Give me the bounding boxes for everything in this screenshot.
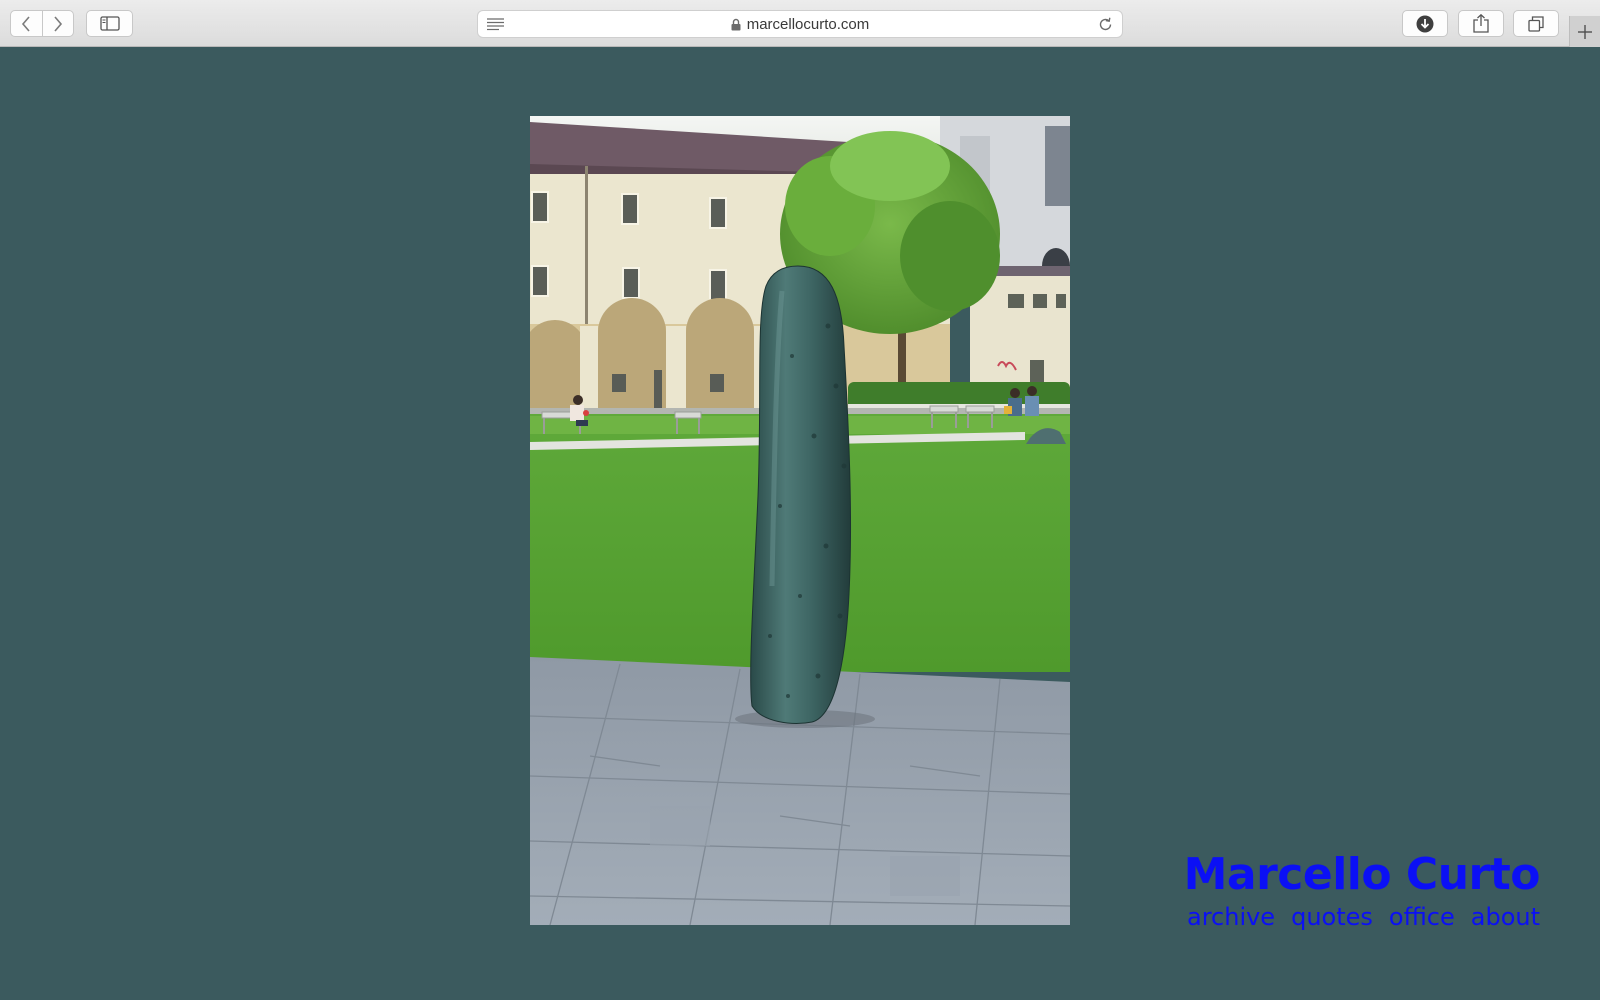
nav-link-archive[interactable]: archive [1187, 905, 1275, 929]
address-bar[interactable]: marcellocurto.com [477, 10, 1123, 38]
chevron-left-icon [22, 15, 30, 32]
share-button[interactable] [1458, 10, 1504, 37]
new-tab-button[interactable] [1569, 16, 1600, 47]
nav-link-quotes[interactable]: quotes [1291, 905, 1373, 929]
back-button[interactable] [11, 11, 42, 36]
browser-toolbar: marcellocurto.com [0, 0, 1600, 47]
site-title[interactable]: Marcello Curto [1184, 853, 1541, 897]
tabs-icon [1528, 15, 1544, 32]
url-text[interactable]: marcellocurto.com [747, 16, 870, 33]
downloads-button[interactable] [1402, 10, 1448, 37]
cucumber-sculpture-photo [530, 116, 1070, 925]
lock-icon [731, 18, 741, 30]
share-icon [1473, 14, 1489, 33]
tabs-overview-button[interactable] [1513, 10, 1559, 37]
sidebar-button[interactable] [86, 10, 133, 37]
history-navigation [10, 10, 74, 37]
site-branding: Marcello Curto archive quotes office abo… [1184, 853, 1541, 930]
sidebar-icon [99, 16, 120, 31]
plus-icon [1578, 24, 1592, 39]
site-nav: archive quotes office about [1184, 905, 1540, 929]
featured-photo[interactable] [530, 116, 1070, 925]
forward-button[interactable] [41, 11, 74, 36]
download-icon [1416, 15, 1434, 32]
nav-link-office[interactable]: office [1389, 905, 1455, 929]
chevron-right-icon [54, 15, 62, 32]
nav-link-about[interactable]: about [1471, 905, 1540, 929]
reload-icon[interactable] [1098, 17, 1113, 32]
